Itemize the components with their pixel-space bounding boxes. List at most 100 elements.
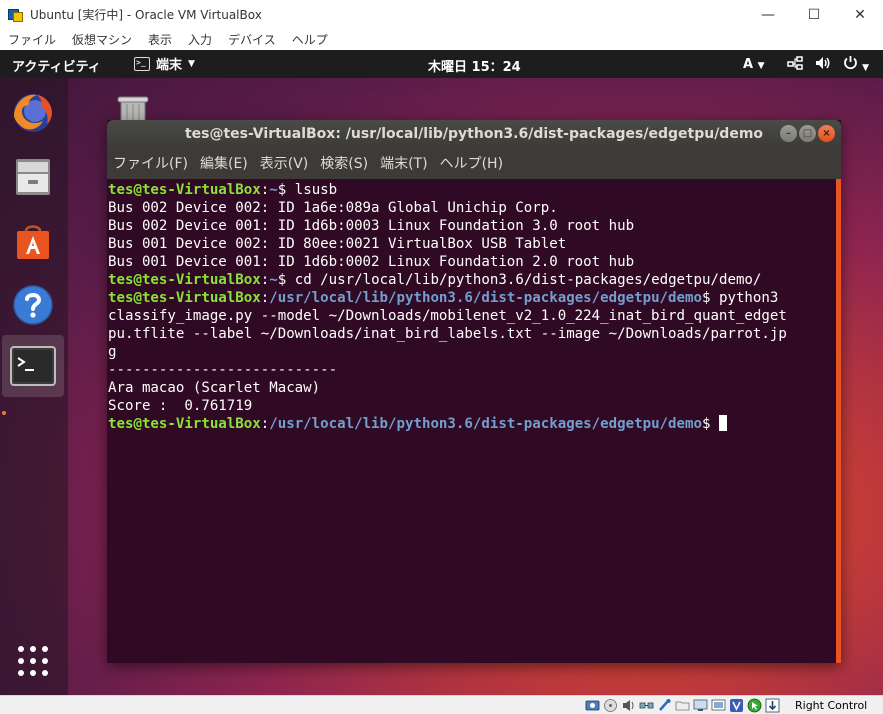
prompt-separator: : [260,416,270,432]
video-capture-icon[interactable] [711,698,726,713]
power-menu[interactable]: ▼ [843,55,869,74]
running-indicator [2,411,6,415]
maximize-button[interactable]: ☐ [791,0,837,29]
terminal-line: Bus 001 Device 001: ID 1d6b:0002 Linux F… [108,254,635,270]
terminal-line: Bus 001 Device 002: ID 80ee:0021 Virtual… [108,236,567,252]
volume-icon[interactable] [815,56,831,74]
clock[interactable]: 木曜日 15：24 [428,56,521,75]
keyboard-capture-icon[interactable] [765,698,780,713]
host-menu-devices[interactable]: デバイス [220,31,284,48]
host-menu-input[interactable]: 入力 [180,31,220,48]
gnome-top-bar: アクティビティ >_ 端末 ▼ 木曜日 15：24 A ▼ ▼ [0,50,883,78]
app-menu[interactable]: >_ 端末 ▼ [134,54,195,73]
host-window-controls: — ☐ ✕ [745,0,883,29]
network-icon[interactable] [786,55,803,74]
terminal-close-button[interactable]: × [818,125,835,142]
shared-folder-icon[interactable] [675,698,690,713]
hard-disk-icon[interactable] [585,698,600,713]
terminal-menu-file[interactable]: ファイル(F) [107,153,194,173]
dock [0,78,68,695]
power-icon [843,56,857,70]
prompt-path: /usr/local/lib/python3.6/dist-packages/e… [269,290,702,306]
terminal-line: pu.tflite --label ~/Downloads/inat_bird_… [108,326,787,342]
activities-button[interactable]: アクティビティ [12,56,101,75]
dock-item-terminal[interactable] [2,335,64,397]
prompt-user: tes@tes-VirtualBox [108,290,261,306]
host-window-title: Ubuntu [実行中] - Oracle VM VirtualBox [30,8,262,22]
prompt-symbol: $ [701,290,719,306]
app-grid-icon [18,646,48,676]
terminal-menu-edit[interactable]: 編集(E) [194,153,254,173]
prompt-path: ~ [269,272,278,288]
terminal-maximize-button[interactable]: □ [799,125,816,142]
host-menubar: ファイル 仮想マシン 表示 入力 デバイス ヘルプ [0,29,883,50]
terminal-title: tes@tes-VirtualBox: /usr/local/lib/pytho… [184,125,764,142]
terminal-window[interactable]: tes@tes-VirtualBox: /usr/local/lib/pytho… [107,120,841,663]
prompt-symbol: $ [277,272,295,288]
terminal-menu-help[interactable]: ヘルプ(H) [434,153,509,173]
prompt-path: /usr/local/lib/python3.6/dist-packages/e… [269,416,702,432]
terminal-line: tes@tes-VirtualBox:/usr/local/lib/python… [108,415,837,433]
software-center-icon [17,225,49,259]
terminal-output[interactable]: tes@tes-VirtualBox:~$ lsusb Bus 002 Devic… [107,179,837,663]
terminal-line: tes@tes-VirtualBox:~$ cd /usr/local/lib/… [108,271,837,289]
dock-item-files[interactable] [2,146,64,208]
prompt-symbol: $ [277,182,295,198]
command-text: cd /usr/local/lib/python3.6/dist-package… [294,272,762,288]
terminal-line: g [108,344,117,360]
terminal-line: Ara macao (Scarlet Macaw) [108,380,321,396]
prompt-user: tes@tes-VirtualBox [108,272,261,288]
prompt-separator: : [260,182,270,198]
app-menu-label: 端末 [156,58,183,73]
chevron-down-icon: ▼ [862,63,869,73]
network-icon[interactable] [639,698,654,713]
host-menu-view[interactable]: 表示 [140,31,180,48]
show-applications-button[interactable] [2,630,64,692]
host-menu-file[interactable]: ファイル [0,31,64,48]
vt-x-icon[interactable] [729,698,744,713]
host-menu-machine[interactable]: 仮想マシン [64,31,140,48]
audio-icon[interactable] [621,698,636,713]
host-titlebar: Ubuntu [実行中] - Oracle VM VirtualBox — ☐ … [0,0,883,29]
virtualbox-icon [8,7,24,23]
prompt-user: tes@tes-VirtualBox [108,416,261,432]
terminal-line: Score : 0.761719 [108,398,253,414]
prompt-symbol: $ [701,416,719,432]
minimize-button[interactable]: — [745,0,791,29]
mouse-integration-icon[interactable] [747,698,762,713]
display-icon[interactable] [693,698,708,713]
prompt-path: ~ [269,182,278,198]
prompt-separator: : [260,290,270,306]
optical-drive-icon[interactable] [603,698,618,713]
dock-item-software[interactable] [2,210,64,272]
terminal-titlebar[interactable]: tes@tes-VirtualBox: /usr/local/lib/pytho… [107,120,841,147]
terminal-menu-terminal[interactable]: 端末(T) [374,153,433,173]
prompt-separator: : [260,272,270,288]
help-icon [13,285,53,325]
system-tray: A ▼ ▼ [743,55,869,74]
command-text: lsusb [294,182,338,198]
terminal-line: tes@tes-VirtualBox:/usr/local/lib/python… [108,289,837,307]
terminal-minimize-button[interactable]: – [780,125,797,142]
terminal-menubar: ファイル(F) 編集(E) 表示(V) 検索(S) 端末(T) ヘルプ(H) [107,147,841,179]
close-button[interactable]: ✕ [837,0,883,29]
host-key-label: Right Control [795,699,868,712]
terminal-line: Bus 002 Device 002: ID 1a6e:089a Global … [108,200,558,216]
terminal-menu-view[interactable]: 表示(V) [254,153,315,173]
host-menu-help[interactable]: ヘルプ [284,31,336,48]
terminal-line: tes@tes-VirtualBox:~$ lsusb [108,181,837,199]
usb-icon[interactable] [657,698,672,713]
input-method-label: A [743,57,754,72]
input-method-indicator[interactable]: A ▼ [743,57,765,72]
terminal-line: --------------------------- [108,362,338,378]
status-icons [585,698,780,713]
text-cursor [718,415,727,431]
terminal-menu-search[interactable]: 検索(S) [314,153,374,173]
dock-item-firefox[interactable] [2,82,64,144]
firefox-icon [14,94,52,132]
dock-item-help[interactable] [2,274,64,336]
terminal-icon [10,346,56,386]
command-text: python3 [718,290,779,306]
guest-screen: アクティビティ >_ 端末 ▼ 木曜日 15：24 A ▼ ▼ tes@tes-… [0,50,883,695]
terminal-scrollbar[interactable] [836,179,841,663]
